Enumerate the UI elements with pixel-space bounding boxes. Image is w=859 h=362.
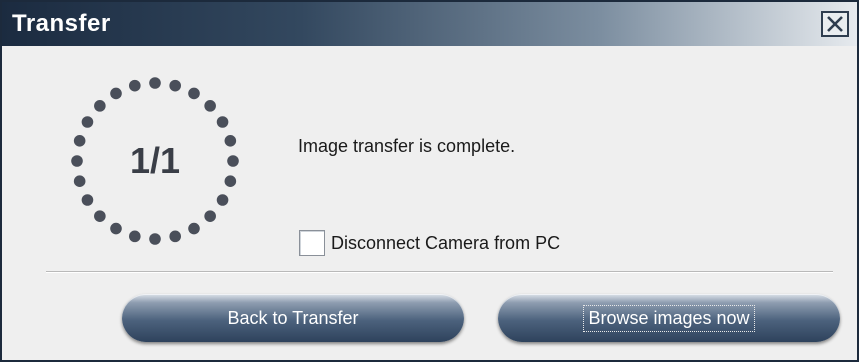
status-message: Image transfer is complete. <box>298 136 516 156</box>
disconnect-camera-checkbox[interactable] <box>299 230 325 256</box>
close-button[interactable] <box>821 11 849 37</box>
progress-spinner: 1/1 <box>60 66 250 256</box>
close-icon <box>827 16 843 32</box>
disconnect-camera-option[interactable]: Disconnect Camera from PC <box>299 228 560 258</box>
back-to-transfer-button[interactable]: Back to Transfer <box>122 294 464 342</box>
dialog-content: 1/1 Image transfer is complete. Disconne… <box>2 46 857 360</box>
window-title: Transfer <box>12 10 111 37</box>
browse-images-button[interactable]: Browse images now <box>498 294 840 342</box>
divider <box>46 271 833 273</box>
browse-images-label: Browse images now <box>583 304 755 332</box>
back-to-transfer-label: Back to Transfer <box>227 307 359 328</box>
title-bar[interactable]: Transfer <box>2 2 857 46</box>
disconnect-camera-label[interactable]: Disconnect Camera from PC <box>331 233 560 254</box>
transfer-counter: 1/1 <box>129 140 181 181</box>
transfer-dialog: Transfer 1/1 Image transfer is complete.… <box>0 0 859 362</box>
